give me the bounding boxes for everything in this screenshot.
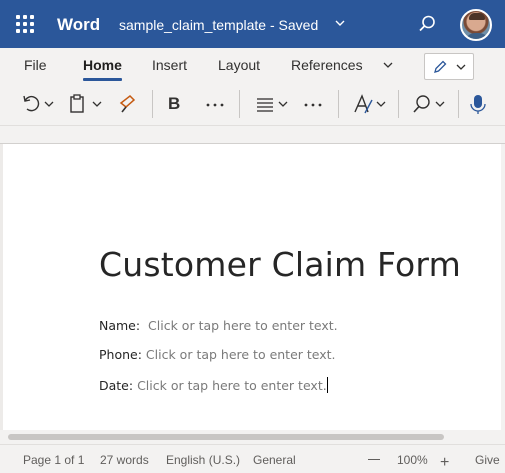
document-heading[interactable]: Customer Claim Form [99, 245, 461, 284]
zoom-level[interactable]: 100% [397, 453, 428, 467]
phone-field[interactable]: Phone: Click or tap here to enter text. [99, 347, 336, 362]
toolbar-divider [338, 90, 339, 118]
pencil-icon [434, 60, 447, 73]
avatar[interactable] [460, 9, 492, 41]
horizontal-scrollbar[interactable] [0, 430, 505, 444]
name-field[interactable]: Name: Click or tap here to enter text. [99, 318, 338, 333]
ruler-strip [0, 126, 505, 144]
tab-layout[interactable]: Layout [218, 57, 260, 73]
document-name: sample_claim_template [119, 17, 267, 33]
tab-insert[interactable]: Insert [152, 57, 187, 73]
bold-button[interactable]: B [168, 94, 180, 114]
chevron-down-icon[interactable] [381, 58, 395, 72]
paste-icon[interactable] [67, 92, 105, 116]
toolbar-divider [152, 90, 153, 118]
page-edge [501, 144, 505, 430]
scrollbar-thumb[interactable] [8, 434, 444, 440]
editing-mode-button[interactable] [424, 53, 474, 80]
toolbar-divider [239, 90, 240, 118]
sensitivity-label[interactable]: General [253, 453, 296, 467]
language[interactable]: English (U.S.) [166, 453, 240, 467]
date-placeholder[interactable]: Click or tap here to enter text. [137, 378, 327, 393]
name-label: Name: [99, 318, 141, 333]
date-label: Date: [99, 378, 134, 393]
styles-icon[interactable] [351, 92, 389, 116]
feedback-button[interactable]: Give [475, 453, 500, 467]
more-icon[interactable] [302, 92, 324, 116]
format-painter-icon[interactable] [117, 92, 141, 116]
document-title[interactable]: sample_claim_template - Saved [119, 17, 318, 33]
app-name[interactable]: Word [57, 15, 100, 35]
active-tab-indicator [83, 78, 122, 81]
more-icon[interactable] [204, 92, 226, 116]
tab-home[interactable]: Home [83, 57, 122, 73]
undo-icon[interactable] [20, 92, 56, 116]
app-launcher-icon[interactable] [16, 15, 34, 33]
phone-placeholder[interactable]: Click or tap here to enter text. [146, 347, 336, 362]
status-bar: Page 1 of 1 27 words English (U.S.) Gene… [0, 444, 505, 473]
date-field[interactable]: Date: Click or tap here to enter text. [99, 377, 328, 393]
dictate-icon[interactable] [468, 92, 488, 116]
toolbar-divider [398, 90, 399, 118]
save-status: Saved [278, 17, 319, 33]
tab-file[interactable]: File [24, 57, 47, 73]
toolbar-divider [458, 90, 459, 118]
text-cursor [326, 377, 328, 393]
title-separator: - [269, 17, 275, 33]
chevron-down-icon [456, 64, 466, 70]
ribbon: File Home Insert Layout References B [0, 48, 505, 126]
tab-references[interactable]: References [291, 57, 363, 73]
chevron-down-icon[interactable] [333, 16, 347, 30]
zoom-out-button[interactable] [368, 459, 380, 460]
search-icon[interactable] [417, 14, 437, 34]
zoom-in-button[interactable]: + [440, 454, 449, 472]
find-icon[interactable] [410, 92, 448, 116]
word-count[interactable]: 27 words [100, 453, 149, 467]
title-bar: Word sample_claim_template - Saved [0, 0, 505, 48]
page-count[interactable]: Page 1 of 1 [23, 453, 84, 467]
align-icon[interactable] [254, 92, 292, 116]
name-placeholder[interactable]: Click or tap here to enter text. [148, 318, 338, 333]
phone-label: Phone: [99, 347, 142, 362]
